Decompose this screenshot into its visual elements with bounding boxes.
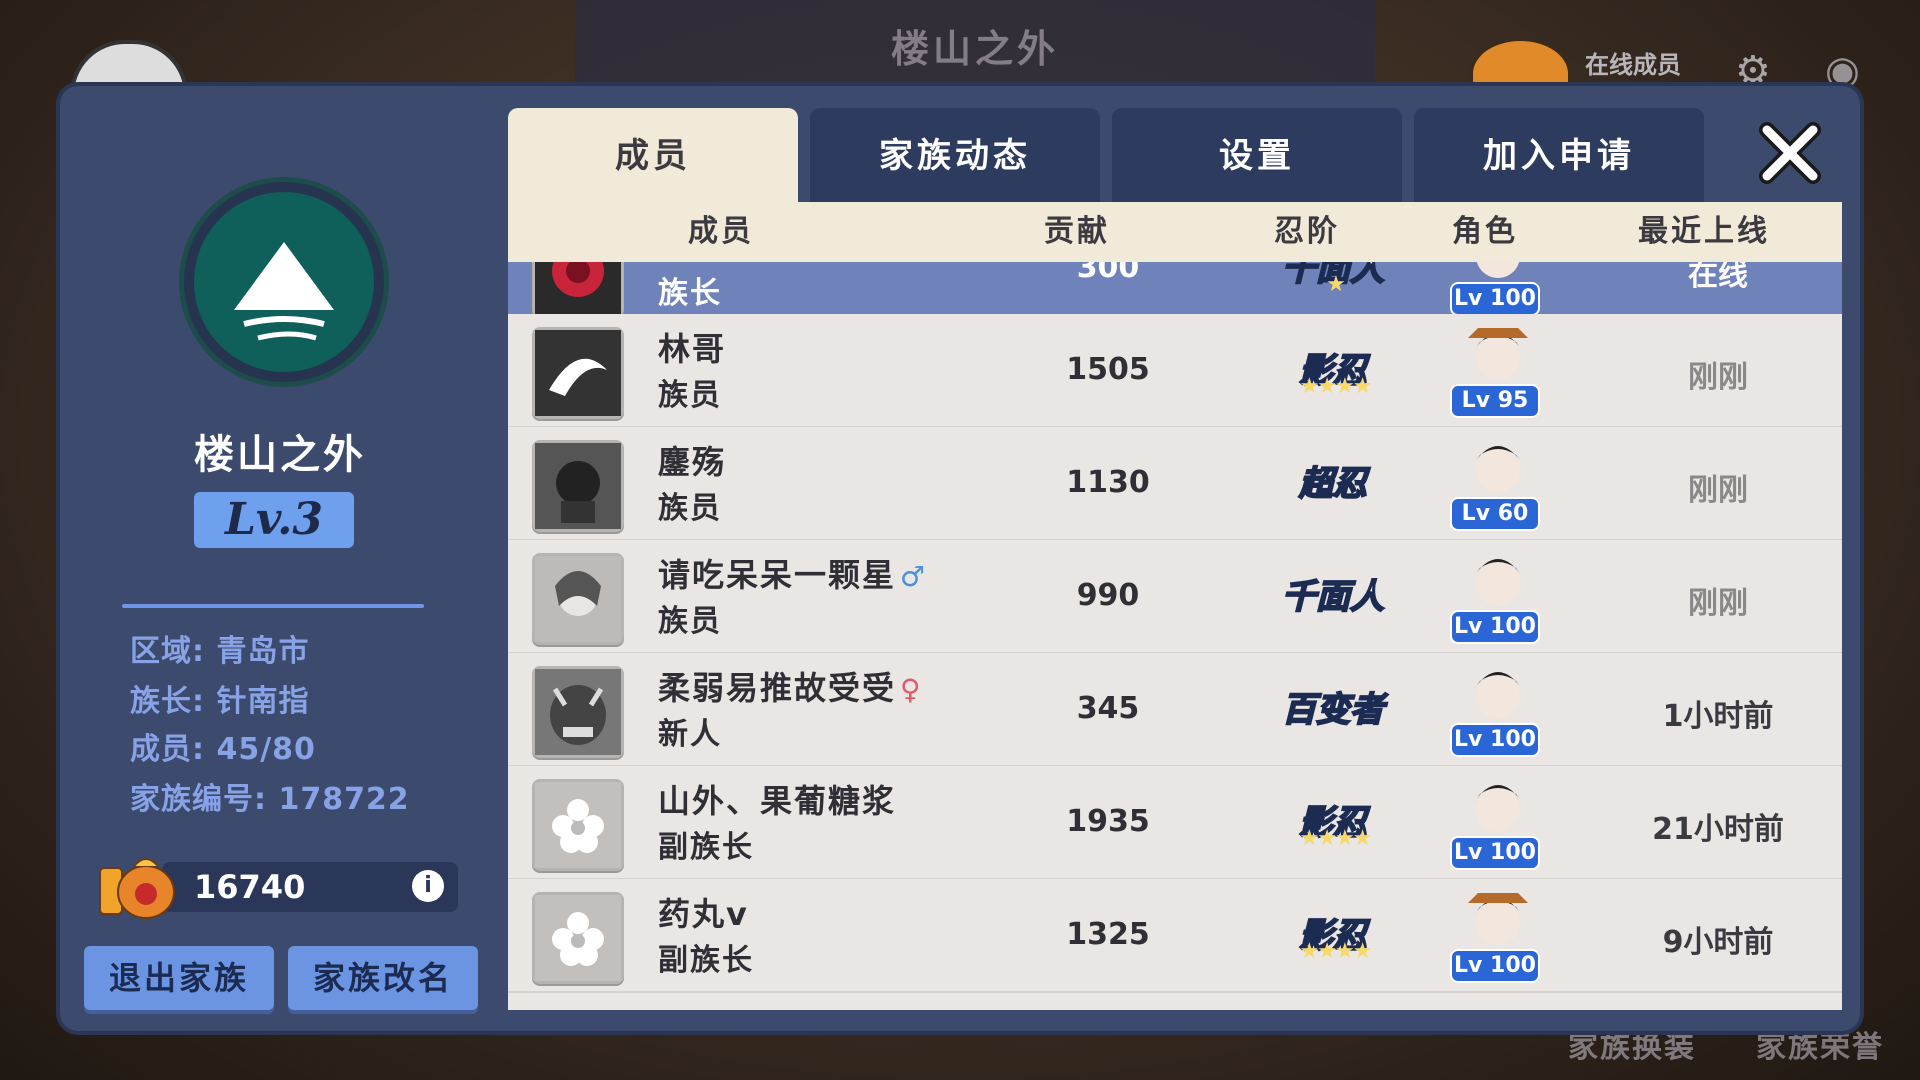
rank-stars-icon: ★: [1326, 272, 1346, 297]
member-contribution: 300: [1076, 262, 1140, 285]
close-icon[interactable]: [1755, 118, 1825, 188]
member-last-online: 刚刚: [1688, 360, 1748, 395]
clan-id: 家族编号: 178722: [130, 782, 410, 817]
character-portrait-icon: [1458, 546, 1538, 612]
gender-icon: ♂: [900, 560, 928, 593]
header-character: 角色: [1452, 214, 1518, 249]
member-role: 族员: [658, 604, 722, 639]
member-contribution: 1325: [1066, 917, 1150, 952]
rank-stars-icon: ★★★★: [1299, 374, 1373, 399]
clan-emblem-icon: [184, 182, 384, 382]
clan-name: 楼山之外: [194, 432, 366, 478]
member-name: 柔弱易推故受受 ♀: [658, 669, 923, 707]
character-level-badge: Lv 100: [1450, 282, 1540, 316]
member-avatar[interactable]: [532, 892, 624, 984]
member-last-online: 9小时前: [1662, 925, 1774, 960]
table-row[interactable]: 鏖殇族员 1130 超忍 Lv 60 刚刚: [508, 427, 1842, 541]
member-contribution: 990: [1076, 578, 1140, 613]
rank-stars-icon: ★★★★: [1299, 826, 1373, 851]
character-level-badge: Lv 100: [1450, 836, 1540, 870]
member-name: 鏖殇: [658, 443, 727, 481]
header-last-online: 最近上线: [1638, 214, 1770, 249]
online-members-label[interactable]: 在线成员: [1585, 45, 1681, 80]
tab-settings[interactable]: 设置: [1112, 108, 1402, 204]
header-ninja-rank: 忍阶: [1274, 214, 1340, 249]
table-row[interactable]: 山外、果葡糖浆 副族长 1935 影忍 ★★★★ Lv 100 21小时前: [508, 766, 1842, 880]
character-portrait-icon: [1458, 433, 1538, 499]
member-last-online: 刚刚: [1688, 473, 1748, 508]
character-portrait-icon: [1458, 772, 1538, 838]
clan-leader: 族长: 针南指: [130, 684, 310, 719]
member-avatar[interactable]: [532, 262, 624, 317]
clan-region: 区域: 青岛市: [130, 634, 310, 669]
member-last-online: 刚刚: [1688, 586, 1748, 621]
table-row[interactable]: 柔弱易推故受受 ♀ 新人 345 百变者 Lv 100 1小时前: [508, 653, 1842, 767]
ninja-rank-badge: 千面人: [1281, 576, 1385, 618]
clan-level-badge: Lv.3: [194, 492, 354, 548]
character-portrait-icon: [1458, 262, 1538, 284]
header-contribution: 贡献: [1044, 214, 1110, 249]
clan-info-sidebar: 楼山之外 Lv.3 区域: 青岛市 族长: 针南指 成员: 45/80 家族编号…: [60, 86, 500, 1031]
member-role: 新人: [658, 717, 722, 752]
ninja-rank-badge: 超忍: [1298, 463, 1368, 505]
character-level-badge: Lv 100: [1450, 949, 1540, 983]
members-table: 成员 贡献 忍阶 角色 最近上线 族长 300 千面人 ★ Lv 100 在线林哥族员 15…: [508, 202, 1842, 1010]
rename-clan-button[interactable]: 家族改名: [288, 946, 478, 1010]
member-avatar[interactable]: [532, 553, 624, 645]
character-level-badge: Lv 100: [1450, 610, 1540, 644]
divider: [122, 604, 424, 608]
ninja-rank-badge: 百变者: [1281, 689, 1385, 731]
member-contribution: 1130: [1066, 465, 1150, 500]
header-member: 成员: [688, 214, 754, 249]
member-contribution: 1935: [1066, 804, 1150, 839]
character-portrait-icon: [1458, 659, 1538, 725]
character-portrait-icon: [1458, 320, 1538, 386]
member-avatar[interactable]: [532, 327, 624, 419]
member-name: 请吃呆呆一颗星 ♂: [658, 556, 928, 594]
coin-bag-icon: [96, 846, 176, 920]
member-last-online: 在线: [1688, 262, 1748, 293]
rank-stars-icon: ★★★★: [1299, 939, 1373, 964]
member-last-online: 21小时前: [1652, 812, 1784, 847]
member-contribution: 1505: [1066, 352, 1150, 387]
character-level-badge: Lv 100: [1450, 723, 1540, 757]
gender-icon: ♀: [900, 673, 923, 706]
character-level-badge: Lv 95: [1450, 384, 1540, 418]
member-name: 林哥: [658, 330, 727, 368]
table-row[interactable]: 林哥 族员 1505 影忍 ★★★★ Lv 95 刚刚: [508, 314, 1842, 428]
table-header: 成员 贡献 忍阶 角色 最近上线: [508, 202, 1842, 262]
member-avatar[interactable]: [532, 666, 624, 758]
table-row[interactable]: 药丸v 副族长 1325 影忍 ★★★★ Lv 100 9小时前: [508, 879, 1842, 993]
clan-member-count: 成员: 45/80: [130, 732, 316, 767]
member-contribution: 345: [1076, 691, 1140, 726]
info-icon[interactable]: i: [412, 870, 444, 902]
member-name: 山外、果葡糖浆: [658, 782, 897, 820]
member-role: 副族长: [658, 943, 754, 978]
character-portrait-icon: [1458, 885, 1538, 951]
tab-join-requests[interactable]: 加入申请: [1414, 108, 1704, 204]
member-avatar[interactable]: [532, 779, 624, 871]
character-level-badge: Lv 60: [1450, 497, 1540, 531]
member-name: 药丸v: [658, 895, 749, 933]
member-last-online: 1小时前: [1662, 699, 1774, 734]
quit-clan-button[interactable]: 退出家族: [84, 946, 274, 1010]
scene-title: 楼山之外: [890, 27, 1059, 71]
table-row[interactable]: 请吃呆呆一颗星 ♂ 族员 990 千面人 Lv 100 刚刚: [508, 540, 1842, 654]
clan-funds-value: 16740: [194, 868, 306, 906]
member-avatar[interactable]: [532, 440, 624, 532]
tab-clan-activity[interactable]: 家族动态: [810, 108, 1100, 204]
members-list[interactable]: 族长 300 千面人 ★ Lv 100 在线 林哥 族员 1505 影忍 ★★★★ Lv 95 刚刚 鏖殇…: [508, 262, 1842, 1010]
member-role: 族长: [658, 276, 722, 311]
member-role: 副族长: [658, 830, 754, 865]
member-role: 族员: [658, 491, 722, 526]
member-role: 族员: [658, 378, 722, 413]
tab-members[interactable]: 成员: [508, 108, 798, 208]
